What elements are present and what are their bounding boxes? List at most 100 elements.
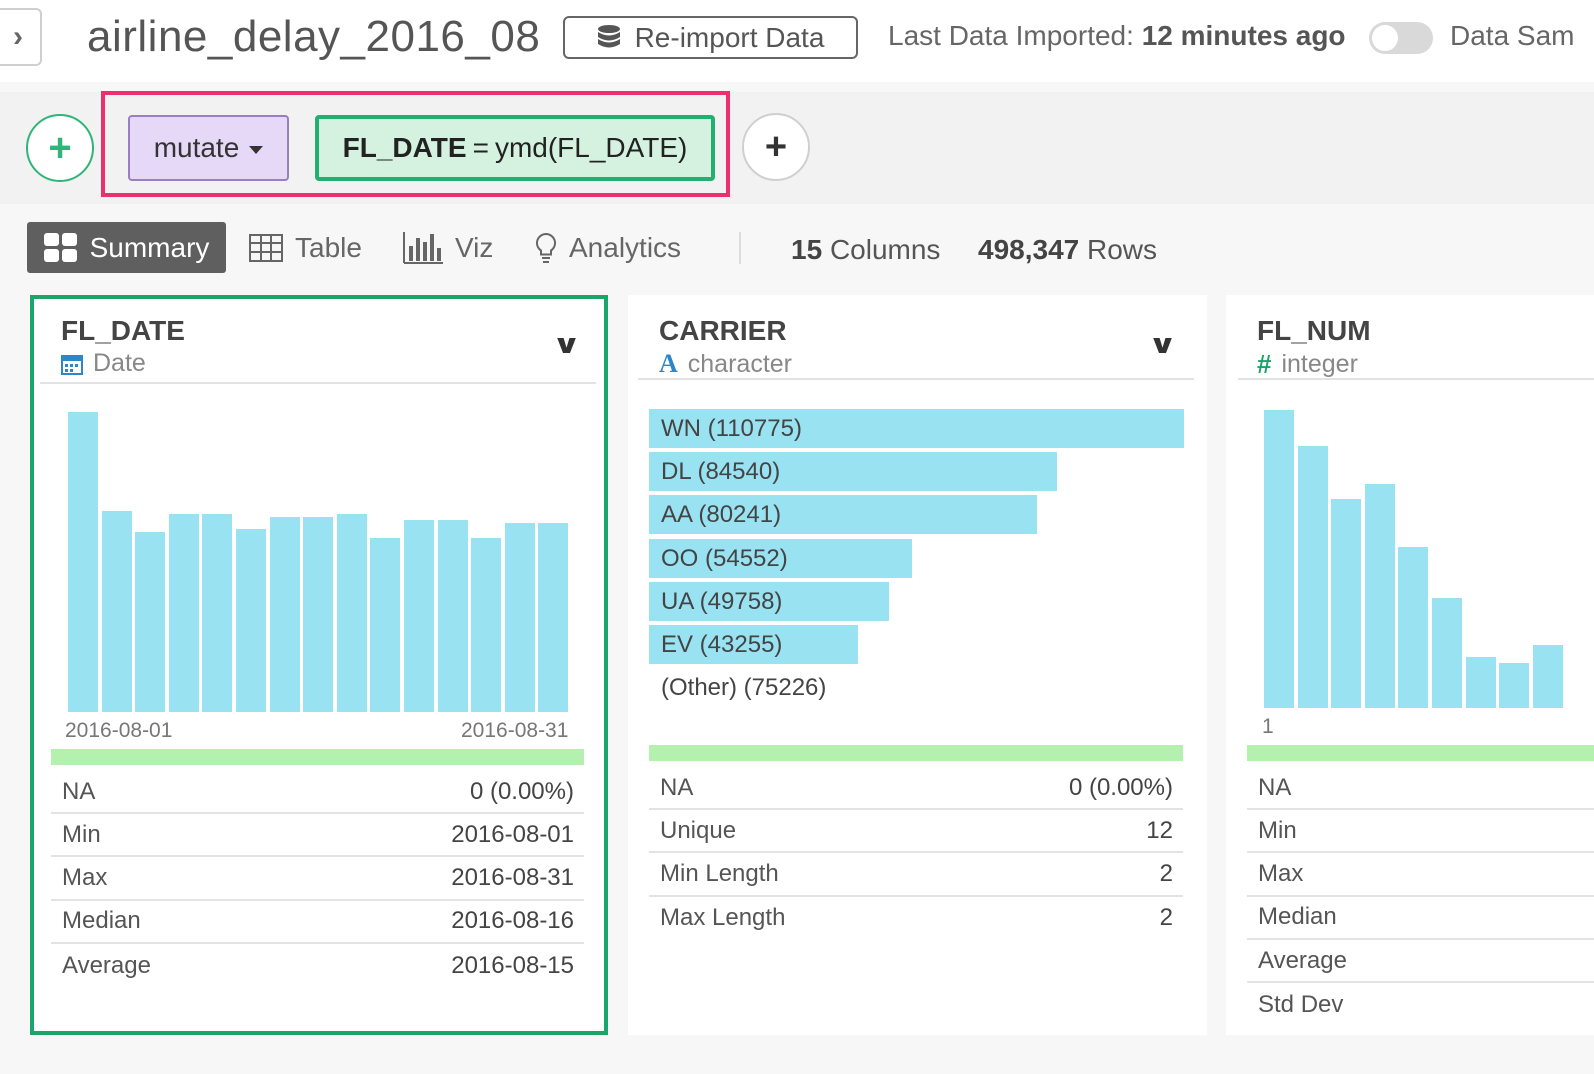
fl-date-histogram (68, 412, 569, 712)
stat-key: Average (62, 951, 151, 979)
stat-row: Min Length 2 (649, 854, 1183, 897)
histogram-bar[interactable] (538, 523, 569, 712)
histogram-bar[interactable] (68, 412, 98, 712)
row-count: 498,347 Rows (978, 234, 1157, 266)
stat-key: NA (660, 773, 694, 801)
caret-down-icon (249, 146, 264, 154)
column-type: # integer (1257, 349, 1358, 380)
histogram-bar[interactable] (504, 523, 535, 712)
tab-table[interactable]: Table (249, 222, 362, 273)
stat-key: Min (62, 820, 101, 848)
table-icon (249, 233, 283, 262)
histogram-bar[interactable] (236, 529, 266, 712)
histogram-bar[interactable] (1432, 598, 1462, 708)
stat-row: NA 0 (0.00%) (51, 771, 584, 814)
expression-operator: = (472, 132, 489, 163)
stat-row: Min 2016-08-01 (51, 814, 584, 858)
histogram-bar[interactable] (404, 520, 434, 712)
hash-icon: # (1257, 349, 1272, 379)
stat-value: 0 (0.00%) (469, 777, 574, 805)
category-label: OO (54552) (661, 545, 788, 572)
stat-row: Average 2016-08-15 (51, 944, 584, 987)
lightbulb-icon (535, 232, 557, 263)
category-label: EV (43255) (661, 631, 783, 658)
expression-value: ymd(FL_DATE) (494, 132, 688, 163)
histogram-bar[interactable] (1331, 499, 1362, 708)
column-type: Date (61, 349, 146, 378)
tab-viz[interactable]: Viz (403, 222, 493, 273)
stat-row: Unique 12 (649, 810, 1183, 854)
category-label: AA (80241) (661, 501, 782, 528)
chevron-down-icon[interactable]: ∨ (1148, 329, 1178, 360)
tab-summary-label: Summary (89, 231, 210, 263)
histogram-bar[interactable] (202, 514, 233, 712)
histogram-bar[interactable] (168, 514, 199, 712)
histogram-bar[interactable] (370, 538, 401, 712)
add-step-before-button[interactable]: + (26, 114, 94, 182)
tab-analytics[interactable]: Analytics (535, 222, 681, 273)
histogram-bar[interactable] (1297, 446, 1328, 708)
reimport-data-button[interactable]: Re-import Data (563, 16, 858, 59)
histogram-bar[interactable] (437, 520, 468, 712)
stat-value: 0 (0.00%) (1068, 773, 1173, 801)
calendar-icon (61, 354, 83, 375)
stat-value: 12 (1146, 816, 1173, 844)
mutate-expression-chip[interactable]: FL_DATE = ymd(FL_DATE) (315, 115, 715, 181)
header-divider (1238, 378, 1594, 380)
histogram-bar[interactable] (1532, 645, 1563, 708)
tab-summary[interactable]: Summary (27, 222, 226, 273)
stat-key: Max Length (660, 904, 786, 932)
column-card-fl-num: FL_NUM # integer 1 NA Min Max Median Average… (1226, 295, 1594, 1035)
stat-row: Median 2016-08-16 (51, 901, 584, 944)
stat-value: 2 (1159, 860, 1173, 888)
quality-bar (1247, 745, 1594, 761)
add-step-after-button[interactable]: + (742, 113, 810, 181)
column-count-value: 15 (791, 234, 823, 265)
histogram-bar[interactable] (1398, 547, 1429, 708)
chevron-down-icon[interactable]: ∨ (552, 329, 582, 360)
tab-divider (739, 232, 741, 264)
column-type: A character (659, 349, 792, 379)
letter-a-icon: A (659, 349, 678, 378)
histogram-bar[interactable] (1465, 657, 1496, 708)
quality-bar (51, 749, 584, 765)
histogram-bar[interactable] (1499, 663, 1530, 708)
last-imported-label: Last Data Imported: (888, 20, 1134, 51)
stat-value: 2016-08-31 (451, 864, 574, 892)
stat-row: Median (1247, 897, 1594, 940)
database-icon (597, 24, 620, 47)
mutate-command-dropdown[interactable]: mutate (128, 115, 289, 181)
stat-row: NA (1247, 767, 1594, 810)
histogram-bar[interactable] (1364, 484, 1395, 708)
column-name: CARRIER (659, 315, 787, 346)
toggle-knob (1372, 25, 1398, 51)
category-label-other: (Other) (75226) (661, 674, 827, 701)
stat-key: Median (1258, 903, 1337, 931)
stat-key: Min Length (660, 860, 779, 888)
stat-key: Max (1258, 860, 1304, 888)
histogram-bar[interactable] (471, 538, 502, 712)
stat-value: 2016-08-15 (451, 951, 574, 979)
row-count-label: Rows (1087, 234, 1158, 265)
column-count: 15 Columns (791, 234, 940, 266)
expand-sidebar-button[interactable]: › (0, 8, 42, 66)
column-type-label: Date (93, 349, 146, 377)
tab-analytics-label: Analytics (569, 231, 682, 263)
category-label: DL (84540) (661, 458, 781, 485)
histogram-bar[interactable] (101, 511, 132, 712)
axis-min-label: 1 (1262, 715, 1274, 738)
histogram-bar[interactable] (269, 517, 300, 712)
histogram-bar[interactable] (336, 514, 367, 712)
column-count-label: Columns (829, 234, 941, 265)
category-label: UA (49758) (661, 588, 783, 615)
axis-min-label: 2016-08-01 (65, 719, 173, 742)
column-type-label: character (687, 349, 792, 378)
plus-icon: + (48, 125, 72, 170)
quality-bar (649, 745, 1183, 761)
stat-row: Average (1247, 940, 1594, 984)
histogram-bar[interactable] (1264, 410, 1294, 708)
grid-tiles-icon (43, 232, 77, 262)
data-sample-toggle[interactable] (1369, 22, 1433, 54)
histogram-bar[interactable] (303, 517, 334, 712)
histogram-bar[interactable] (135, 532, 166, 712)
